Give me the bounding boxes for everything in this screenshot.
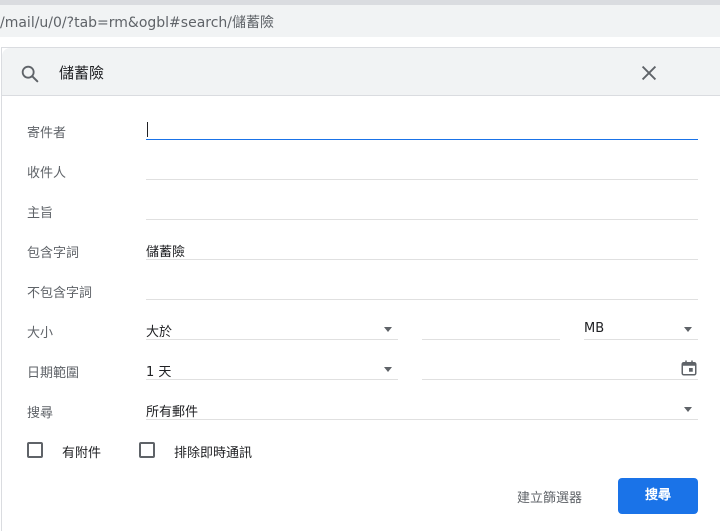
search-in-label: 搜尋 [27,406,54,421]
date-within-value: 1 天 [146,365,172,380]
has-words-field[interactable]: 儲蓄險 [146,238,698,260]
address-bar-url[interactable]: /mail/u/0/?tab=rm&ogbl#search/儲蓄險 [0,12,274,32]
size-unit-select[interactable]: MB [584,318,698,340]
search-bar[interactable]: 儲蓄險 [2,48,720,96]
from-field[interactable] [146,118,698,140]
search-icon[interactable] [19,63,41,85]
size-operator-value: 大於 [146,325,173,340]
chevron-down-icon [684,327,692,332]
text-cursor [147,122,148,137]
to-field[interactable] [146,158,698,180]
exclude-chats-label: 排除即時通訊 [174,446,253,461]
has-attachment-checkbox[interactable] [27,442,43,458]
chevron-down-icon [384,327,392,332]
search-in-select[interactable]: 所有郵件 [146,398,698,420]
advanced-search-panel: 儲蓄險 寄件者 收件人 主旨 包含字詞 儲蓄險 不包含字詞 大小 大於 MB 日… [1,47,720,531]
search-in-value: 所有郵件 [146,405,199,420]
has-attachment-label: 有附件 [62,446,102,461]
exclude-chats-checkbox[interactable] [139,442,155,458]
chevron-down-icon [384,367,392,372]
search-button[interactable]: 搜尋 [618,478,698,514]
from-label: 寄件者 [27,126,67,141]
create-filter-button[interactable]: 建立篩選器 [517,487,582,506]
subject-field[interactable] [146,198,698,220]
chevron-down-icon [684,407,692,412]
date-within-select[interactable]: 1 天 [146,358,398,380]
has-words-label: 包含字詞 [27,246,80,261]
doesnt-have-label: 不包含字詞 [27,286,93,301]
search-query[interactable]: 儲蓄險 [59,62,104,83]
size-value-field[interactable] [422,318,560,340]
has-words-value: 儲蓄險 [146,245,186,260]
size-label: 大小 [27,326,54,341]
calendar-icon[interactable] [680,359,698,377]
date-label: 日期範圍 [27,366,80,381]
subject-label: 主旨 [27,206,54,221]
size-operator-select[interactable]: 大於 [146,318,398,340]
close-icon[interactable] [638,62,660,84]
to-label: 收件人 [27,166,67,181]
gap [0,37,720,47]
address-bar[interactable]: /mail/u/0/?tab=rm&ogbl#search/儲蓄險 [0,5,720,37]
doesnt-have-field[interactable] [146,278,698,300]
size-unit-value: MB [584,321,605,336]
date-field[interactable] [422,358,698,380]
